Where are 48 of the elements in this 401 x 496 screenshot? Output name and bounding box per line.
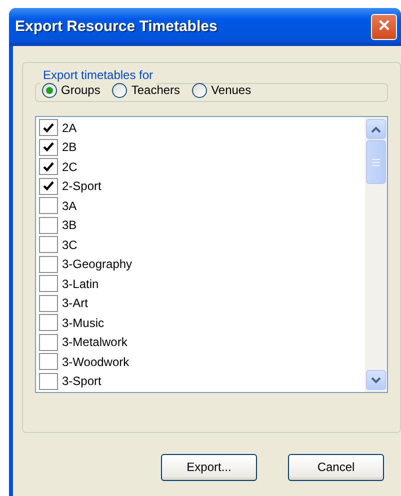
check-icon xyxy=(43,162,54,172)
list-item-label[interactable]: 2-Sport xyxy=(62,179,102,194)
checkbox[interactable] xyxy=(39,197,58,214)
chevron-up-icon xyxy=(371,126,381,132)
scroll-thumb[interactable] xyxy=(366,140,386,184)
dialog-button[interactable]: Cancel xyxy=(288,454,384,481)
list-item-label[interactable]: 3-Music xyxy=(62,316,104,330)
check-icon xyxy=(43,181,54,192)
check-icon xyxy=(43,142,54,152)
list-item-label[interactable]: 3-Latin xyxy=(62,276,99,291)
checkbox[interactable] xyxy=(39,256,58,273)
radio-button[interactable] xyxy=(192,83,208,98)
scroll-down-button[interactable] xyxy=(366,370,386,390)
list-item-label[interactable]: 3-Geography xyxy=(62,257,132,272)
list-item-label[interactable]: 3-Sport xyxy=(62,374,102,388)
checkbox[interactable] xyxy=(39,236,58,254)
dialog-button[interactable]: Export... xyxy=(161,454,257,481)
list-item-label[interactable]: 2A xyxy=(62,120,77,135)
checkbox[interactable] xyxy=(39,178,58,195)
checkbox[interactable] xyxy=(39,216,58,234)
checkbox[interactable] xyxy=(39,353,58,370)
checkbox[interactable] xyxy=(39,158,58,176)
checkbox[interactable] xyxy=(39,372,58,390)
list-item-label[interactable]: 2C xyxy=(62,160,78,174)
radio-button[interactable] xyxy=(42,83,57,98)
chevron-down-icon xyxy=(371,376,381,384)
list-item-label[interactable]: 2B xyxy=(62,140,77,154)
checkbox[interactable] xyxy=(39,275,58,292)
list-item-label[interactable]: 3-Metalwork xyxy=(62,335,128,350)
list-item-label[interactable]: 3C xyxy=(62,238,78,252)
checkbox[interactable] xyxy=(39,314,58,332)
grip-icon xyxy=(372,158,380,166)
radio-label[interactable]: Venues xyxy=(211,83,252,98)
window-title: Export Resource Timetables xyxy=(15,18,218,36)
radio-button[interactable] xyxy=(112,83,128,98)
radio-label[interactable]: Teachers xyxy=(131,83,180,98)
list-item-label[interactable]: 3-Art xyxy=(62,296,88,310)
scrollbar[interactable] xyxy=(365,117,387,392)
scroll-up-button[interactable] xyxy=(366,119,386,139)
list-item-label[interactable]: 3B xyxy=(62,218,77,232)
list-item-label[interactable]: 3-Woodwork xyxy=(62,354,130,369)
checkbox[interactable] xyxy=(39,294,58,312)
list-item-label[interactable]: 3A xyxy=(62,198,77,213)
check-icon xyxy=(43,122,54,133)
radio-label[interactable]: Groups xyxy=(61,83,100,98)
checkbox[interactable] xyxy=(39,334,58,351)
checkbox[interactable] xyxy=(39,138,58,156)
checkbox[interactable] xyxy=(39,119,58,136)
